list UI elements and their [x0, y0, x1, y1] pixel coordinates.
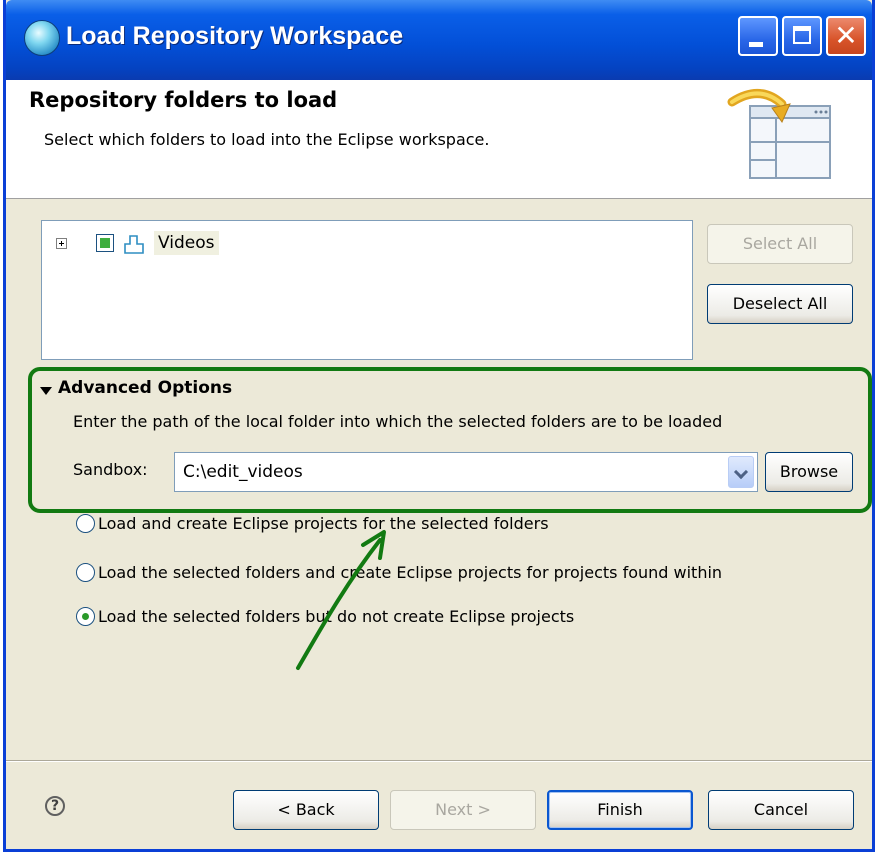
- close-button[interactable]: ✕: [826, 16, 866, 56]
- wizard-banner-icon: [727, 89, 831, 179]
- radio-button[interactable]: [76, 563, 95, 582]
- dialog-window: Load Repository Workspace ✕ Repository f…: [3, 0, 875, 852]
- expand-plus-icon[interactable]: [56, 238, 67, 249]
- radio-button-selected[interactable]: [76, 607, 95, 626]
- browse-button[interactable]: Browse: [765, 452, 853, 492]
- cancel-button[interactable]: Cancel: [708, 790, 854, 830]
- window-title: Load Repository Workspace: [66, 22, 404, 50]
- maximize-button[interactable]: [782, 16, 822, 56]
- advanced-options-description: Enter the path of the local folder into …: [73, 412, 723, 431]
- collapse-triangle-icon[interactable]: [40, 387, 52, 395]
- tree-item-label[interactable]: Videos: [154, 231, 219, 255]
- radio-label[interactable]: Load and create Eclipse projects for the…: [98, 512, 549, 536]
- page-description: Select which folders to load into the Ec…: [44, 130, 490, 149]
- wizard-header: Repository folders to load Select which …: [6, 80, 872, 199]
- title-bar[interactable]: Load Repository Workspace ✕: [6, 0, 872, 80]
- tree-item-checkbox[interactable]: [96, 234, 114, 252]
- radio-label[interactable]: Load the selected folders but do not cre…: [98, 605, 574, 629]
- radio-button[interactable]: [76, 514, 95, 533]
- advanced-options-toggle[interactable]: Advanced Options: [58, 378, 232, 398]
- finish-button[interactable]: Finish: [547, 790, 693, 830]
- sandbox-label: Sandbox:: [73, 460, 148, 479]
- back-button[interactable]: < Back: [233, 790, 379, 830]
- maximize-icon: [793, 26, 811, 44]
- page-title: Repository folders to load: [29, 88, 338, 112]
- minimize-icon: [749, 42, 763, 47]
- select-all-button[interactable]: Select All: [707, 224, 853, 264]
- help-icon[interactable]: ?: [45, 796, 65, 816]
- repository-globe-icon: [24, 20, 60, 56]
- deselect-all-button[interactable]: Deselect All: [707, 284, 853, 324]
- close-icon: ✕: [834, 19, 858, 52]
- component-icon: [124, 235, 144, 254]
- footer-separator: [6, 760, 872, 762]
- folder-tree[interactable]: Videos: [41, 220, 693, 360]
- next-button[interactable]: Next >: [390, 790, 536, 830]
- sandbox-combo[interactable]: C:\edit_videos: [174, 452, 758, 492]
- radio-label[interactable]: Load the selected folders and create Ecl…: [98, 561, 722, 585]
- sandbox-path-value[interactable]: C:\edit_videos: [183, 453, 303, 491]
- minimize-button[interactable]: [738, 16, 778, 56]
- chevron-down-icon[interactable]: [728, 456, 754, 488]
